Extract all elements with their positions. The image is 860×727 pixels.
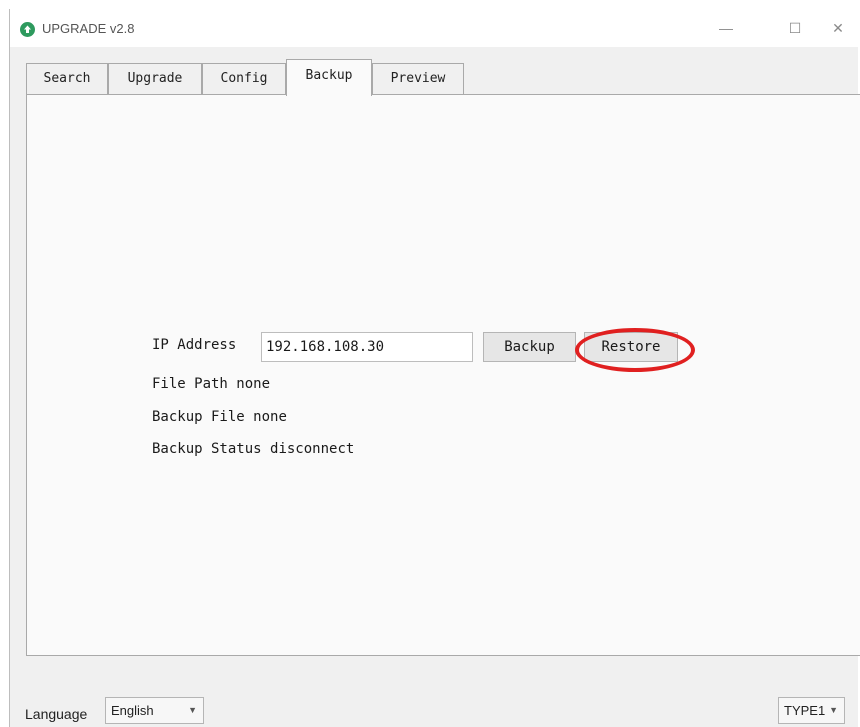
- type-select-value: TYPE1: [784, 703, 826, 718]
- title-bar: UPGRADE v2.8 — ☐ ✕: [10, 9, 859, 47]
- chevron-down-icon: ▼: [188, 705, 197, 715]
- file-path-value: none: [236, 376, 271, 392]
- tab-backup[interactable]: Backup: [286, 59, 372, 96]
- maximize-icon: ☐: [788, 20, 802, 36]
- language-select-value: English: [111, 703, 154, 718]
- backup-file-value: none: [253, 409, 287, 425]
- ip-address-label: IP Address: [152, 337, 237, 353]
- minimize-button[interactable]: —: [704, 9, 748, 47]
- type-select[interactable]: TYPE1 ▼: [778, 697, 845, 724]
- app-window: UPGRADE v2.8 — ☐ ✕ Search Upgrade Config…: [9, 9, 860, 727]
- close-icon: ✕: [832, 20, 844, 36]
- file-path-label: File Path: [152, 376, 228, 392]
- language-select[interactable]: English ▼: [105, 697, 204, 724]
- backup-button[interactable]: Backup: [483, 332, 576, 362]
- language-label: Language: [25, 706, 88, 722]
- backup-status-row: Backup Status disconnect: [152, 441, 354, 457]
- close-button[interactable]: ✕: [816, 9, 860, 47]
- maximize-button[interactable]: ☐: [773, 9, 817, 47]
- tab-config[interactable]: Config: [202, 63, 286, 95]
- backup-file-row: Backup File none: [152, 409, 287, 425]
- window-title: UPGRADE v2.8: [42, 21, 135, 36]
- app-upgrade-icon: [20, 22, 35, 37]
- tab-search[interactable]: Search: [26, 63, 108, 95]
- restore-button[interactable]: Restore: [584, 332, 678, 362]
- ip-address-input[interactable]: 192.168.108.30: [261, 332, 473, 362]
- backup-status-label: Backup Status: [152, 441, 262, 457]
- chevron-down-icon: ▼: [829, 705, 838, 715]
- backup-panel: IP Address 192.168.108.30 Backup Restore…: [26, 94, 860, 656]
- file-path-row: File Path none: [152, 376, 270, 392]
- backup-status-value: disconnect: [270, 441, 355, 457]
- tab-preview[interactable]: Preview: [372, 63, 464, 95]
- backup-file-label: Backup File: [152, 409, 245, 425]
- tab-upgrade[interactable]: Upgrade: [108, 63, 202, 95]
- minimize-icon: —: [719, 20, 733, 36]
